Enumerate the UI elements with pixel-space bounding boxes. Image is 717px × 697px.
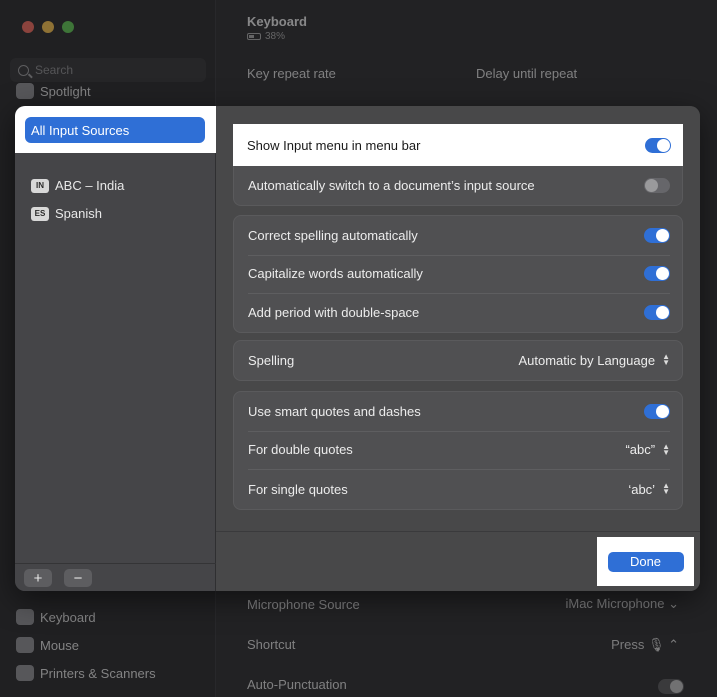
double-space-period-row: Add period with double-space [234,293,682,332]
single-quotes-value: ‘abc’ [628,481,656,497]
add-source-button[interactable]: + [24,569,52,587]
input-sources-list: All Input Sources IN ABC – India ES Span… [15,106,216,591]
highlight-show-input-menu: Show Input menu in menu bar [233,124,683,166]
smart-quotes-row: Use smart quotes and dashes [234,392,682,431]
language-badge: ES [31,206,49,221]
auto-switch-row: Automatically switch to a document’s inp… [234,166,682,205]
double-space-period-label: Add period with double-space [248,304,420,320]
capitalize-toggle[interactable] [644,266,670,282]
input-source-spanish[interactable]: ES Spanish [31,206,102,221]
correct-spelling-toggle[interactable] [644,227,670,243]
text-correction-group: Correct spelling automatically Capitaliz… [233,215,683,333]
input-menu-group: Automatically switch to a document’s inp… [233,166,683,206]
language-badge: IN [31,178,49,193]
spelling-row: Spelling Automatic by Language ▲ ▼ [234,341,682,380]
spelling-popup[interactable]: Automatic by Language ▲ ▼ [518,353,670,368]
double-quotes-value: “abc” [625,442,656,458]
single-quotes-popup[interactable]: ‘abc’ ▲ ▼ [628,482,670,497]
all-input-sources-item[interactable]: All Input Sources [25,117,205,143]
remove-source-button[interactable]: − [64,569,92,587]
smart-quotes-label: Use smart quotes and dashes [248,403,421,419]
correct-spelling-label: Correct spelling automatically [248,227,418,243]
updown-chevron-icon: ▲ ▼ [662,441,670,457]
double-quotes-row: For double quotes “abc” ▲ ▼ [234,430,682,470]
input-sources-sheet: All Input Sources IN ABC – India ES Span… [15,106,700,591]
single-quotes-label: For single quotes [248,481,348,497]
auto-switch-toggle[interactable] [644,177,670,193]
smart-quotes-group: Use smart quotes and dashes For double q… [233,391,683,510]
sheet-footer: Done [216,531,700,591]
spelling-group: Spelling Automatic by Language ▲ ▼ [233,340,683,381]
highlight-done: Done [597,537,694,586]
smart-quotes-toggle[interactable] [644,403,670,419]
auto-switch-label: Automatically switch to a document’s inp… [248,177,535,193]
show-input-menu-row: Show Input menu in menu bar [233,124,683,166]
double-space-period-toggle[interactable] [644,304,670,320]
double-quotes-label: For double quotes [248,442,353,458]
input-settings-panel: Show Input menu in menu bar Automaticall… [216,106,700,591]
single-quotes-row: For single quotes ‘abc’ ▲ ▼ [234,469,682,509]
input-source-label: ABC – India [55,178,125,193]
double-quotes-popup[interactable]: “abc” ▲ ▼ [625,442,670,457]
updown-chevron-icon: ▲ ▼ [662,481,670,496]
updown-chevron-icon: ▲ ▼ [662,352,670,368]
input-source-abc-india[interactable]: IN ABC – India [31,178,124,193]
capitalize-row: Capitalize words automatically [234,254,682,294]
input-source-label: Spanish [55,206,102,221]
spelling-value: Automatic by Language [518,352,656,368]
show-input-menu-toggle[interactable] [645,137,671,153]
show-input-menu-label: Show Input menu in menu bar [247,137,421,153]
capitalize-label: Capitalize words automatically [248,266,423,282]
correct-spelling-row: Correct spelling automatically [234,216,682,255]
list-footer: + − [15,563,216,591]
done-button[interactable]: Done [607,551,684,572]
spelling-label: Spelling [248,352,295,368]
